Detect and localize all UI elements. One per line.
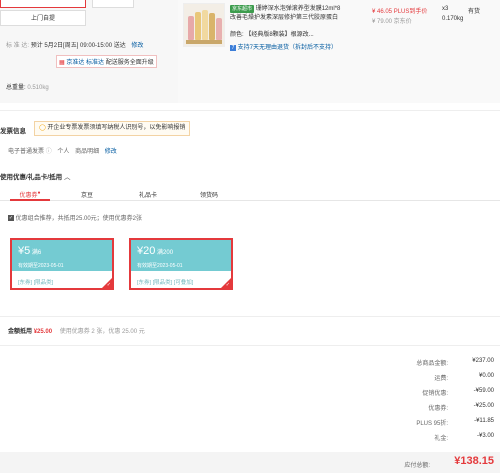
stock-status: 有货 (468, 9, 481, 15)
coupon-card-bottom: [东券] [限品类] [可叠加] (131, 271, 231, 288)
summary-row: 优惠券: -¥25.00 (428, 403, 494, 412)
divider (0, 110, 500, 111)
product-color: 颜色: 【经典版8颗装】根源改... (230, 32, 314, 38)
deduct-amount: ¥25.00 (33, 329, 53, 335)
active-tab-indicator (10, 199, 50, 201)
checkbox-checked-icon[interactable]: ✓ (8, 215, 14, 222)
payable-amount: ¥138.15 (454, 455, 494, 467)
summary-row: PLUS 95折: -¥11.85 (416, 418, 494, 427)
tab-jingdou[interactable]: 京豆 (67, 190, 107, 199)
payable-bar: 应付总额: ¥138.15 (0, 452, 500, 473)
payable-label: 应付总额: (404, 463, 430, 469)
product-title-line2: 改善毛燥护发素深层修护第三代胶原蛋白 (230, 15, 339, 21)
pickup-button[interactable]: 上门自提 (0, 10, 86, 26)
tab-gift-card[interactable]: 礼品卡 (128, 190, 168, 199)
calendar-icon: ▦ (59, 60, 65, 66)
schedule-row: 标 准 达: 预计 5月2日[周五] 09:00-15:00 送达 修改 (6, 40, 143, 49)
coupon-expire: 有效期至2023-05-01 (137, 263, 183, 269)
summary-row: 运费: ¥0.00 (434, 373, 494, 382)
deduct-row: 金额抵用 ¥25.00 使用优惠券 2 张，优惠 25.00 元 (8, 329, 145, 335)
coupon-amount: ¥20 (137, 245, 156, 257)
coupon-amount: ¥5 (18, 245, 31, 257)
delivery-panel: 上门自提 标 准 达: 预计 5月2日[周五] 09:00-15:00 送达 修… (0, 0, 178, 103)
summary-row: 礼金: -¥3.00 (434, 433, 494, 442)
product-quantity: x3 (442, 6, 449, 12)
divider (0, 345, 500, 346)
summary-row: 促销优惠: -¥59.00 (422, 388, 494, 397)
coupon-card[interactable]: ¥20 满200 有效期至2023-05-01 [东券] [限品类] [可叠加]… (129, 238, 233, 290)
coupon-card-top: ¥20 满200 有效期至2023-05-01 (131, 240, 231, 271)
return-icon: 7 (230, 45, 236, 51)
product-original-price: ¥ 79.00 京东价 (372, 19, 412, 25)
service-tag: 京准达 (66, 60, 85, 66)
product-price: ¥ 46.05 PLUS到手价 (372, 9, 428, 15)
invoice-detail-row: 电子普通发票 ⓘ 个人 商品明细 修改 (8, 149, 117, 155)
delivery-option-selected[interactable] (0, 0, 86, 8)
service-row: ▦ 京准达 标准达 配送服务全面升级 (56, 55, 157, 68)
summary-row: 总商品金额: ¥237.00 (416, 358, 494, 367)
coupon-section-title[interactable]: 使用优惠/礼品卡/抵用 ︿ (0, 171, 70, 181)
tab-pickup-code[interactable]: 领货码 (189, 190, 229, 199)
coupon-tags: [东券] [限品类] (18, 280, 54, 286)
coupon-tags: [东券] [限品类] [可叠加] (137, 280, 194, 286)
delivery-option-other[interactable] (92, 0, 134, 8)
coupon-card-bottom: [东券] [限品类] (12, 271, 112, 288)
return-policy: 7 支持7天无理由退货（拆封后不支持） (230, 45, 338, 51)
help-icon: ⓘ (45, 149, 52, 155)
schedule-modify-link[interactable]: 修改 (131, 43, 143, 49)
product-weight: 0.170kg (442, 16, 464, 22)
product-title[interactable]: 京东超市 珊婷深水泡弹滚养型发膜12ml*8 改善毛燥护发素深层修护第三代胶原蛋… (230, 5, 360, 23)
coupon-card[interactable]: ¥5 满6 有效期至2023-05-01 [东券] [限品类] ✓ (10, 238, 114, 290)
info-icon: ◯ (39, 125, 46, 131)
jd-supermarket-badge: 京东超市 (230, 5, 255, 13)
check-icon: ✓ (225, 282, 230, 288)
invoice-notice: ◯ 开企业专票发票须填写纳税人识别号，以免影响报销 (34, 121, 191, 136)
check-icon: ✓ (106, 282, 111, 288)
coupon-card-top: ¥5 满6 有效期至2023-05-01 (12, 240, 112, 271)
invoice-title: 发票信息 (0, 128, 26, 135)
coupon-expire: 有效期至2023-05-01 (18, 263, 64, 269)
product-panel: 京东超市 珊婷深水泡弹滚养型发膜12ml*8 改善毛燥护发素深层修护第三代胶原蛋… (178, 0, 500, 103)
invoice-modify-link[interactable]: 修改 (105, 149, 117, 155)
divider (0, 316, 500, 317)
combo-recommend[interactable]: ✓ 优惠组合推荐，共抵用25.00元；使用优惠券2张 (8, 213, 142, 222)
service-standard: 标准达 (86, 60, 105, 66)
service-note: 配送服务全面升级 (105, 60, 154, 66)
total-weight: 总重量: 0.510kg (6, 85, 49, 91)
coupon-condition: 满200 (157, 250, 174, 256)
schedule-label: 标 准 达: (6, 43, 30, 49)
new-dot: ● (37, 190, 41, 196)
tab-coupon[interactable]: 优惠券● (10, 190, 50, 199)
product-thumbnail[interactable] (183, 3, 225, 47)
chevron-up-icon: ︿ (63, 174, 71, 181)
product-title-line1: 珊婷深水泡弹滚养型发膜12ml*8 (255, 6, 341, 12)
coupon-condition: 满6 (31, 250, 42, 256)
schedule-text: 预计 5月2日[周五] 09:00-15:00 送达 (30, 43, 126, 49)
tab-underline (0, 200, 500, 201)
